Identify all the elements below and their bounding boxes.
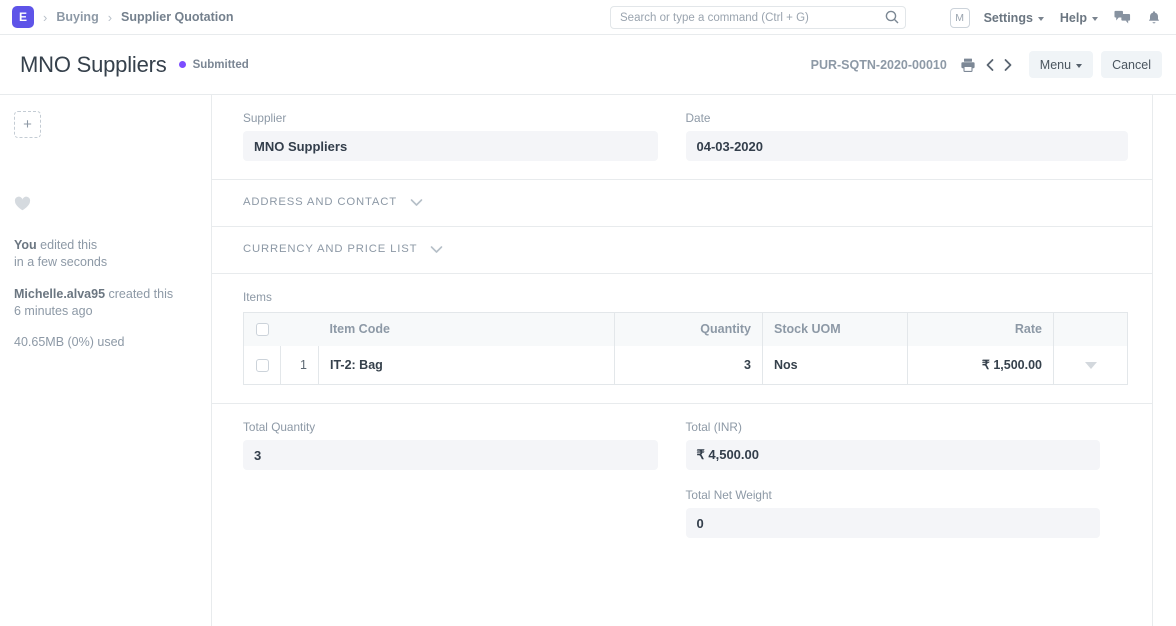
field-total-quantity: Total Quantity 3 <box>243 420 686 538</box>
document-id: PUR-SQTN-2020-00010 <box>811 58 947 72</box>
total-quantity-label: Total Quantity <box>243 420 658 434</box>
settings-menu[interactable]: Settings <box>984 11 1044 25</box>
chevron-down-icon[interactable] <box>430 245 443 254</box>
activity-time: 6 minutes ago <box>14 303 195 320</box>
chevron-down-icon <box>1076 64 1082 68</box>
select-all-header <box>244 313 281 346</box>
search-box <box>610 6 906 29</box>
breadcrumb-buying[interactable]: Buying <box>56 10 98 24</box>
section-currency-and-price-list[interactable]: CURRENCY AND PRICE LIST <box>212 227 1152 274</box>
field-date: Date 04-03-2020 <box>686 111 1129 161</box>
section-items: Items Item Code Quantity Stock UOM Rate <box>212 274 1152 404</box>
chevron-down-icon[interactable] <box>410 198 423 207</box>
items-label: Items <box>243 290 1128 304</box>
row-checkbox[interactable] <box>256 359 269 372</box>
status-label: Submitted <box>193 59 249 71</box>
chevron-down-icon <box>1092 17 1098 21</box>
chat-icon[interactable] <box>1114 9 1131 26</box>
bell-icon[interactable] <box>1146 10 1162 26</box>
row-index: 1 <box>281 346 319 385</box>
settings-label: Settings <box>984 11 1033 25</box>
supplier-label: Supplier <box>243 111 658 125</box>
sidebar: + You edited this in a few seconds Miche… <box>0 95 211 626</box>
page-body: + You edited this in a few seconds Miche… <box>0 95 1176 626</box>
field-supplier: Supplier MNO Suppliers <box>243 111 686 161</box>
activity-feed: You edited this in a few seconds Michell… <box>14 237 195 320</box>
section-totals: Total Quantity 3 Total (INR) ₹ 4,500.00 … <box>212 404 1152 556</box>
page-header-actions: PUR-SQTN-2020-00010 Menu Cancel <box>811 51 1162 78</box>
supplier-input[interactable]: MNO Suppliers <box>243 131 658 161</box>
menu-label: Menu <box>1040 58 1071 72</box>
heart-icon[interactable] <box>14 196 31 212</box>
cell-item-code[interactable]: IT-2: Bag <box>319 346 615 385</box>
status-dot-icon <box>179 61 186 68</box>
page-header: MNO Suppliers Submitted PUR-SQTN-2020-00… <box>0 35 1176 95</box>
activity-actor: You <box>14 238 37 252</box>
status-badge: Submitted <box>179 59 249 71</box>
field-total-inr: Total (INR) ₹ 4,500.00 <box>686 420 1101 470</box>
total-inr-label: Total (INR) <box>686 420 1101 434</box>
table-row[interactable]: 1 IT-2: Bag 3 Nos ₹ 1,500.00 <box>244 346 1128 385</box>
total-net-weight-value[interactable]: 0 <box>686 508 1101 538</box>
cell-quantity[interactable]: 3 <box>615 346 763 385</box>
column-item-code[interactable]: Item Code <box>319 313 615 346</box>
column-actions <box>1054 313 1128 346</box>
page-title: MNO Suppliers <box>20 52 167 78</box>
menu-button[interactable]: Menu <box>1029 51 1093 78</box>
activity-actor: Michelle.alva95 <box>14 287 105 301</box>
storage-usage: 40.65MB (0%) used <box>14 335 195 349</box>
next-document-button[interactable] <box>999 58 1016 72</box>
help-label: Help <box>1060 11 1087 25</box>
help-menu[interactable]: Help <box>1060 11 1098 25</box>
activity-item: You edited this in a few seconds <box>14 237 195 271</box>
cell-rate[interactable]: ₹ 1,500.00 <box>908 346 1054 385</box>
navbar-right: M Settings Help <box>950 0 1164 35</box>
section-address-and-contact[interactable]: ADDRESS AND CONTACT <box>212 180 1152 227</box>
total-quantity-value[interactable]: 3 <box>243 440 658 470</box>
prev-document-button[interactable] <box>982 58 999 72</box>
select-all-checkbox[interactable] <box>256 323 269 336</box>
breadcrumb-separator-icon: › <box>108 11 112 24</box>
form-content: Supplier MNO Suppliers Date 04-03-2020 A… <box>211 95 1153 626</box>
row-expand-cell <box>1054 346 1128 385</box>
search-icon[interactable] <box>884 9 900 25</box>
app-logo[interactable]: E <box>12 6 34 28</box>
column-rate[interactable]: Rate <box>908 313 1054 346</box>
breadcrumb-separator-icon: › <box>43 11 47 24</box>
cancel-button[interactable]: Cancel <box>1101 51 1162 78</box>
search-input[interactable] <box>610 6 906 29</box>
column-quantity[interactable]: Quantity <box>615 313 763 346</box>
column-stock-uom[interactable]: Stock UOM <box>763 313 908 346</box>
chevron-down-icon <box>1038 17 1044 21</box>
activity-time: in a few seconds <box>14 254 195 271</box>
navbar: E › Buying › Supplier Quotation M Settin… <box>0 0 1176 35</box>
row-select-cell <box>244 346 281 385</box>
avatar[interactable]: M <box>950 8 970 28</box>
row-index-header <box>281 313 319 346</box>
breadcrumb-supplier-quotation[interactable]: Supplier Quotation <box>121 10 234 24</box>
activity-item: Michelle.alva95 created this 6 minutes a… <box>14 286 195 320</box>
total-inr-value[interactable]: ₹ 4,500.00 <box>686 440 1101 470</box>
date-input[interactable]: 04-03-2020 <box>686 131 1129 161</box>
currency-and-price-list-title: CURRENCY AND PRICE LIST <box>243 243 417 255</box>
cell-stock-uom[interactable]: Nos <box>763 346 908 385</box>
table-header-row: Item Code Quantity Stock UOM Rate <box>244 313 1128 346</box>
items-table: Item Code Quantity Stock UOM Rate 1 IT-2… <box>243 312 1128 385</box>
total-net-weight-label: Total Net Weight <box>686 488 1101 502</box>
printer-icon[interactable] <box>960 57 976 73</box>
activity-action: edited this <box>37 238 97 252</box>
field-total-net-weight: Total Net Weight 0 <box>686 488 1101 538</box>
date-label: Date <box>686 111 1129 125</box>
activity-action: created this <box>105 287 173 301</box>
add-button[interactable]: + <box>14 111 41 138</box>
totals-right-column: Total (INR) ₹ 4,500.00 Total Net Weight … <box>686 420 1129 538</box>
chevron-down-icon[interactable] <box>1085 362 1097 369</box>
section-basic-info: Supplier MNO Suppliers Date 04-03-2020 <box>212 95 1152 180</box>
address-and-contact-title: ADDRESS AND CONTACT <box>243 196 397 208</box>
